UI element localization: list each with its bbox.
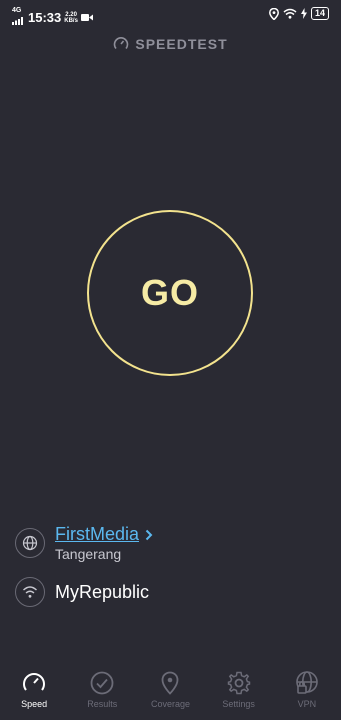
wifi-row[interactable]: MyRepublic — [15, 577, 149, 607]
tab-results[interactable]: Results — [68, 668, 136, 720]
go-button[interactable]: GO — [87, 210, 253, 376]
tab-coverage[interactable]: Coverage — [136, 668, 204, 720]
speedtest-logo-icon — [114, 37, 129, 50]
provider-row[interactable]: FirstMedia Tangerang — [15, 524, 153, 562]
check-circle-icon — [90, 671, 114, 695]
net-speed-unit: KB/s — [64, 17, 78, 24]
tab-label: Speed — [21, 699, 48, 709]
network-type: 4G — [12, 7, 22, 14]
tab-speed[interactable]: Speed — [0, 668, 68, 720]
status-left: 4G 15:33 2.20 KB/s — [12, 7, 93, 28]
wifi-icon-wrap — [15, 577, 45, 607]
battery-level: 14 — [310, 7, 329, 20]
isp-info: FirstMedia Tangerang — [55, 524, 153, 562]
globe-icon — [22, 535, 38, 551]
signal-icon — [12, 17, 23, 25]
go-label: GO — [140, 272, 199, 313]
isp-name[interactable]: FirstMedia — [55, 524, 139, 545]
app-header: SPEEDTEST — [0, 36, 341, 52]
chevron-right-icon — [145, 529, 153, 540]
video-camera-icon — [80, 14, 93, 21]
bottom-tab-bar: Speed Results Coverage Settings VPN — [0, 668, 341, 720]
wifi-status-icon — [283, 8, 297, 19]
location-icon — [269, 7, 279, 20]
map-pin-icon — [162, 671, 179, 695]
tab-label: VPN — [297, 699, 317, 709]
tab-label: Settings — [222, 699, 255, 709]
signal-group: 4G — [12, 7, 25, 28]
isp-location: Tangerang — [55, 546, 122, 562]
globe-icon-wrap — [15, 528, 45, 558]
wifi-name: MyRepublic — [55, 581, 150, 602]
net-speed: 2.20 KB/s — [64, 12, 78, 24]
wifi-icon — [23, 586, 37, 598]
isp-link[interactable]: FirstMedia — [55, 524, 153, 545]
app-title: SPEEDTEST — [135, 36, 228, 52]
tab-settings[interactable]: Settings — [205, 668, 273, 720]
charging-icon — [300, 8, 307, 19]
net-speed-value: 2.20 — [65, 11, 77, 18]
globe-lock-icon — [296, 671, 318, 694]
speedometer-icon — [23, 673, 46, 691]
status-right: 14 — [269, 7, 329, 20]
tab-label: Results — [87, 699, 118, 709]
clock: 15:33 — [28, 10, 62, 25]
tab-label: Coverage — [150, 699, 190, 709]
gear-icon — [227, 671, 250, 695]
status-bar: 4G 15:33 2.20 KB/s 14 — [0, 0, 341, 30]
tab-vpn[interactable]: VPN — [273, 668, 341, 720]
